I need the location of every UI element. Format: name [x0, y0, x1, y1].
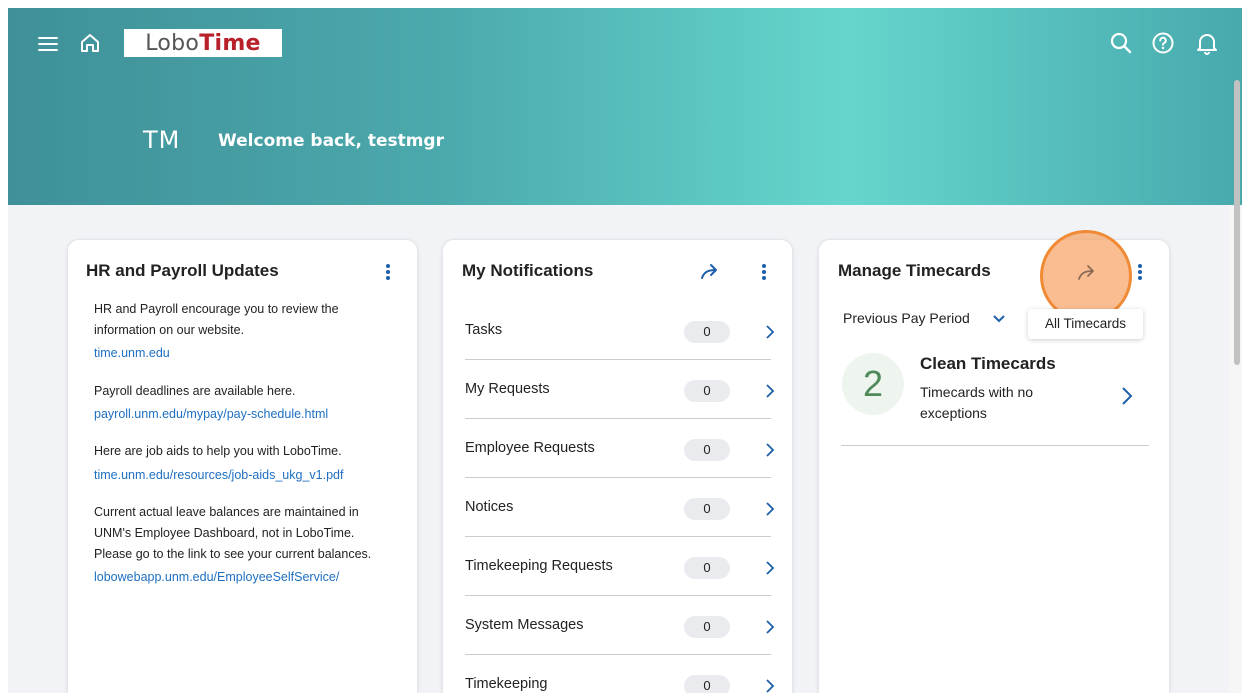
chevron-right-icon[interactable]: [1121, 386, 1133, 406]
notification-row-notices[interactable]: Notices 0: [465, 478, 775, 537]
clean-timecards-description: Timecards with no exceptions: [920, 384, 1034, 421]
divider: [841, 445, 1149, 446]
notification-row-timekeeping[interactable]: Timekeeping 0: [465, 655, 775, 693]
chevron-right-icon: [766, 561, 775, 575]
notification-label: Timekeeping Requests: [465, 558, 613, 574]
hr-item-text: Payroll deadlines are available here.: [94, 384, 296, 398]
arrow-forward-icon[interactable]: [699, 260, 721, 282]
notification-label: Employee Requests: [465, 440, 595, 456]
clean-timecards-count: 2: [842, 353, 904, 415]
chevron-down-icon[interactable]: [993, 315, 1005, 323]
window-top-edge: [0, 0, 1242, 8]
hr-payroll-card: HR and Payroll Updates HR and Payroll en…: [67, 239, 418, 693]
clean-timecards-title: Clean Timecards: [920, 354, 1056, 373]
chevron-right-icon: [766, 502, 775, 516]
hr-item-link[interactable]: time.unm.edu: [94, 346, 170, 360]
notification-row-my-requests[interactable]: My Requests 0: [465, 360, 775, 419]
notification-row-timekeeping-requests[interactable]: Timekeeping Requests 0: [465, 537, 775, 596]
window-left-edge: [0, 0, 8, 693]
pay-period-value: Previous Pay Period: [843, 310, 970, 326]
notifications-card: My Notifications Tasks 0 My Requests 0 E…: [442, 239, 793, 693]
chevron-right-icon: [766, 679, 775, 693]
home-icon[interactable]: [76, 29, 104, 57]
notification-row-system-messages[interactable]: System Messages 0: [465, 596, 775, 655]
search-icon[interactable]: [1107, 29, 1135, 57]
hr-item-link[interactable]: lobowebapp.unm.edu/EmployeeSelfService/: [94, 570, 339, 584]
notification-label: Timekeeping: [465, 676, 548, 692]
notification-count: 0: [684, 557, 730, 579]
notification-count: 0: [684, 380, 730, 402]
hr-item-link[interactable]: payroll.unm.edu/mypay/pay-schedule.html: [94, 407, 328, 421]
chevron-right-icon: [766, 620, 775, 634]
card-title: My Notifications: [462, 261, 594, 280]
notification-label: My Requests: [465, 381, 550, 397]
hr-item-text: HR and Payroll encourage you to review t…: [94, 302, 339, 337]
notification-label: System Messages: [465, 617, 584, 633]
hamburger-menu-icon[interactable]: [34, 30, 62, 58]
all-timecards-tooltip: All Timecards: [1028, 309, 1143, 339]
pay-period-select[interactable]: Previous Pay Period: [843, 310, 970, 326]
chevron-right-icon: [766, 325, 775, 339]
more-options-icon[interactable]: [759, 261, 769, 283]
card-title: HR and Payroll Updates: [86, 261, 279, 280]
chevron-right-icon: [766, 443, 775, 457]
notification-count: 0: [684, 675, 730, 693]
card-title: Manage Timecards: [838, 261, 991, 280]
notification-count: 0: [684, 616, 730, 638]
welcome-message: Welcome back, testmgr: [218, 131, 444, 151]
more-options-icon[interactable]: [1135, 261, 1145, 283]
all-timecards-arrow-icon[interactable]: [1075, 260, 1099, 284]
hr-item-text: Current actual leave balances are mainta…: [94, 505, 372, 561]
notification-bell-icon[interactable]: [1193, 29, 1221, 57]
more-options-icon[interactable]: [383, 261, 393, 283]
hr-item-link[interactable]: time.unm.edu/resources/job-aids_ukg_v1.p…: [94, 468, 343, 482]
notification-count: 0: [684, 321, 730, 343]
chevron-right-icon: [766, 384, 775, 398]
notification-count: 0: [684, 439, 730, 461]
lobotime-logo[interactable]: Lobo Time: [124, 29, 282, 57]
user-initials: TM: [143, 126, 181, 154]
help-icon[interactable]: [1149, 29, 1177, 57]
notification-row-tasks[interactable]: Tasks 0: [465, 301, 775, 360]
notification-label: Notices: [465, 499, 514, 515]
scrollbar-thumb[interactable]: [1234, 80, 1240, 365]
notification-row-employee-requests[interactable]: Employee Requests 0: [465, 419, 775, 478]
notification-count: 0: [684, 498, 730, 520]
notification-label: Tasks: [465, 322, 503, 338]
hr-item-text: Here are job aids to help you with LoboT…: [94, 444, 342, 458]
